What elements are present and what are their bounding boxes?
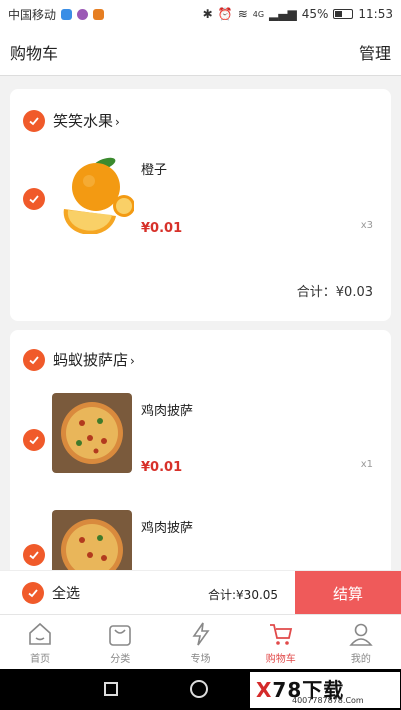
pizza-image [61, 519, 123, 570]
tab-label: 专场 [190, 654, 211, 665]
tab-cart[interactable]: 购物车 [241, 615, 321, 670]
shop-card: 蚂蚁披萨店 › 鸡肉披萨 ¥0.01 x1 鸡肉披萨 [10, 330, 391, 570]
signal-icon: ▂▄▆ [269, 7, 297, 21]
watermark-logo: X78下载 4007787878.Com [250, 672, 400, 708]
bluetooth-icon: ✱ [202, 7, 213, 21]
shop-name-link[interactable]: 笑笑水果 › [53, 110, 120, 131]
shop-checkbox[interactable] [23, 110, 45, 132]
shop-subtotal: 合计：¥0.03 [296, 285, 373, 300]
app-notification-icon [77, 8, 89, 20]
network-type: 4G [252, 9, 265, 19]
item-checkbox[interactable] [23, 544, 45, 566]
tab-category[interactable]: 分类 [80, 615, 160, 670]
checkout-button[interactable]: 结算 [295, 571, 401, 615]
checkmark-icon [29, 195, 39, 204]
wifi-icon: ≋ [237, 7, 248, 21]
product-quantity: x1 [360, 459, 373, 470]
select-all-label[interactable]: 全选 [52, 583, 80, 603]
watermark-url: 4007787878.Com [292, 696, 364, 705]
product-quantity: x3 [360, 220, 373, 231]
shop-card: 笑笑水果 › 橙子 ¥0.01 x3 合计：¥0.03 [10, 89, 391, 321]
product-image-pizza[interactable] [52, 393, 132, 473]
tab-bar: 首页 分类 专场 购物车 我的 [0, 614, 401, 670]
carrier-label: 中国移动 [8, 7, 57, 22]
item-checkbox[interactable] [23, 429, 45, 451]
product-price: ¥0.01 [141, 460, 183, 475]
app-notification-icon [61, 8, 73, 20]
product-image-pizza[interactable] [52, 510, 132, 570]
tab-special[interactable]: 专场 [160, 615, 240, 670]
status-bar: 中国移动 ✱ ⏰ ≋ 4G ▂▄▆ 45% 11:53 [0, 0, 401, 28]
cart-total: 合计:¥30.05 [208, 588, 279, 602]
cart-list[interactable]: 笑笑水果 › 橙子 ¥0.01 x3 合计：¥0.03 蚂蚁披萨店 › 鸡肉披萨… [0, 77, 401, 570]
checkmark-icon [29, 551, 39, 560]
app-notification-icon [93, 8, 105, 20]
checkmark-icon [29, 356, 39, 365]
product-name: 鸡肉披萨 [141, 521, 194, 536]
product-name: 橙子 [141, 163, 168, 178]
tab-home[interactable]: 首页 [0, 615, 80, 670]
tab-label: 分类 [110, 654, 131, 665]
lightning-icon [191, 622, 210, 646]
manage-button[interactable]: 管理 [359, 40, 391, 64]
tab-label: 首页 [30, 654, 51, 665]
user-icon [349, 623, 373, 646]
bag-icon [109, 625, 132, 646]
checkout-bar: 全选 合计:¥30.05 结算 [0, 570, 401, 615]
status-left: 中国移动 [8, 6, 105, 23]
product-name: 鸡肉披萨 [141, 404, 194, 419]
shop-checkbox[interactable] [23, 349, 45, 371]
status-right: ✱ ⏰ ≋ 4G ▂▄▆ 45% 11:53 [203, 7, 393, 21]
orange-image [63, 157, 134, 234]
home-button[interactable] [190, 680, 208, 698]
product-image-orange[interactable] [54, 154, 134, 234]
tab-label: 我的 [350, 654, 371, 665]
clock: 11:53 [358, 7, 393, 21]
tab-label: 购物车 [265, 654, 296, 665]
chevron-right-icon: › [115, 115, 120, 129]
battery-percent: 45% [301, 7, 329, 21]
tab-mine[interactable]: 我的 [321, 615, 401, 670]
battery-icon [333, 9, 354, 19]
cart-icon [269, 624, 292, 645]
shop-name-link[interactable]: 蚂蚁披萨店 › [53, 349, 135, 370]
alarm-icon: ⏰ [217, 7, 233, 21]
item-checkbox[interactable] [23, 188, 45, 210]
checkmark-icon [28, 589, 38, 598]
checkmark-icon [29, 436, 39, 445]
shop-name: 笑笑水果 [53, 112, 114, 130]
home-icon [29, 622, 51, 645]
page-title: 购物车 [10, 43, 59, 63]
select-all-checkbox[interactable] [22, 582, 44, 604]
shop-name: 蚂蚁披萨店 [53, 351, 129, 369]
overview-button[interactable] [104, 682, 118, 696]
pizza-image [61, 402, 123, 464]
checkmark-icon [29, 117, 39, 126]
page-header: 购物车 管理 [0, 28, 401, 76]
product-price: ¥0.01 [141, 221, 183, 236]
chevron-right-icon: › [130, 354, 135, 368]
